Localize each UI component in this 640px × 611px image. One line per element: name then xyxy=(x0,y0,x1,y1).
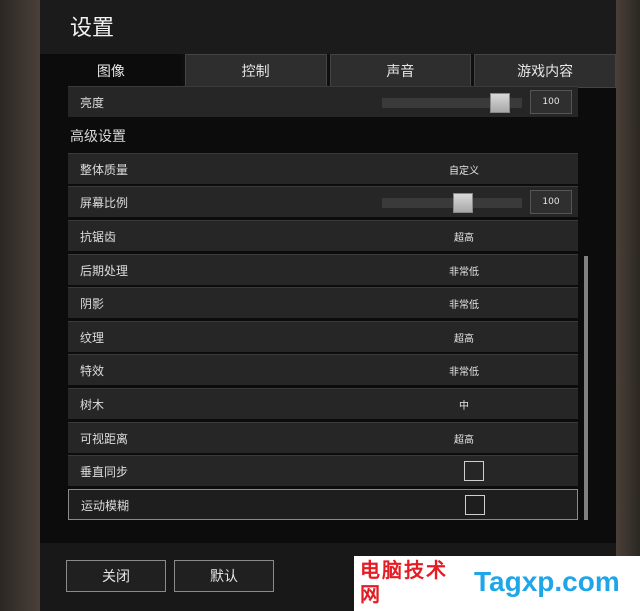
setting-label: 运动模糊 xyxy=(81,499,130,513)
tab-controls[interactable]: 控制 xyxy=(184,54,327,88)
section-title: 高级设置 xyxy=(70,129,126,145)
setting-value: 中 xyxy=(459,401,469,412)
screen-ratio-slider[interactable] xyxy=(382,193,522,213)
setting-row-anti-aliasing[interactable]: 抗锯齿 超高 xyxy=(68,220,578,251)
tab-game-content[interactable]: 游戏内容 xyxy=(474,54,616,88)
setting-row-textures[interactable]: 纹理 超高 xyxy=(68,321,578,352)
setting-row-post-processing[interactable]: 后期处理 非常低 xyxy=(68,254,578,285)
title-bar: 设置 xyxy=(40,0,616,54)
setting-row-view-distance[interactable]: 可视距离 超高 xyxy=(68,422,578,453)
setting-value: 非常低 xyxy=(449,267,479,278)
setting-label: 亮度 xyxy=(80,96,105,110)
setting-label: 阴影 xyxy=(80,297,105,311)
setting-value: 非常低 xyxy=(449,300,479,311)
setting-value: 超高 xyxy=(454,334,474,345)
setting-row-effects[interactable]: 特效 非常低 xyxy=(68,354,578,385)
watermark-cn-text: 电脑技术网 xyxy=(360,558,448,606)
watermark-en-text: Tagxp.com xyxy=(474,566,620,597)
setting-row-brightness[interactable]: 亮度 100 xyxy=(68,86,578,117)
setting-label: 整体质量 xyxy=(80,163,129,177)
motion-blur-checkbox[interactable] xyxy=(465,495,485,515)
setting-value: 自定义 xyxy=(449,166,479,177)
setting-label: 垂直同步 xyxy=(80,465,129,479)
settings-window: 设置 图像 控制 声音 游戏内容 亮度 100 高级设置 整体质量 自定义 屏幕… xyxy=(40,0,616,611)
setting-label: 特效 xyxy=(80,364,105,378)
screen-ratio-slider-thumb[interactable] xyxy=(453,193,473,213)
setting-row-motion-blur[interactable]: 运动模糊 xyxy=(68,489,578,520)
default-button[interactable]: 默认 xyxy=(174,560,274,592)
background-left xyxy=(0,0,40,611)
close-button[interactable]: 关闭 xyxy=(66,560,166,592)
setting-label: 可视距离 xyxy=(80,432,129,446)
setting-value: 非常低 xyxy=(449,367,479,378)
tab-sound[interactable]: 声音 xyxy=(329,54,472,88)
setting-label: 屏幕比例 xyxy=(80,196,129,210)
setting-label: 树木 xyxy=(80,398,105,412)
watermark: 电脑技术网 Tagxp.com xyxy=(354,556,640,611)
setting-row-screen-ratio[interactable]: 屏幕比例 100 xyxy=(68,186,578,217)
background-right xyxy=(616,0,640,611)
setting-row-overall-quality[interactable]: 整体质量 自定义 xyxy=(68,153,578,184)
setting-value: 超高 xyxy=(454,233,474,244)
setting-label: 后期处理 xyxy=(80,264,129,278)
setting-value: 超高 xyxy=(454,435,474,446)
window-title: 设置 xyxy=(70,16,115,41)
setting-row-vsync[interactable]: 垂直同步 xyxy=(68,455,578,486)
screen-ratio-value: 100 xyxy=(530,190,572,214)
vsync-checkbox[interactable] xyxy=(464,461,484,481)
tab-graphics[interactable]: 图像 xyxy=(40,54,182,88)
setting-row-shadows[interactable]: 阴影 非常低 xyxy=(68,287,578,318)
scrollbar[interactable] xyxy=(584,256,588,520)
setting-label: 纹理 xyxy=(80,331,105,345)
brightness-slider[interactable] xyxy=(382,93,522,113)
brightness-slider-thumb[interactable] xyxy=(490,93,510,113)
setting-label: 抗锯齿 xyxy=(80,230,117,244)
setting-row-trees[interactable]: 树木 中 xyxy=(68,388,578,419)
tab-bar: 图像 控制 声音 游戏内容 xyxy=(40,54,616,88)
brightness-value: 100 xyxy=(530,90,572,114)
